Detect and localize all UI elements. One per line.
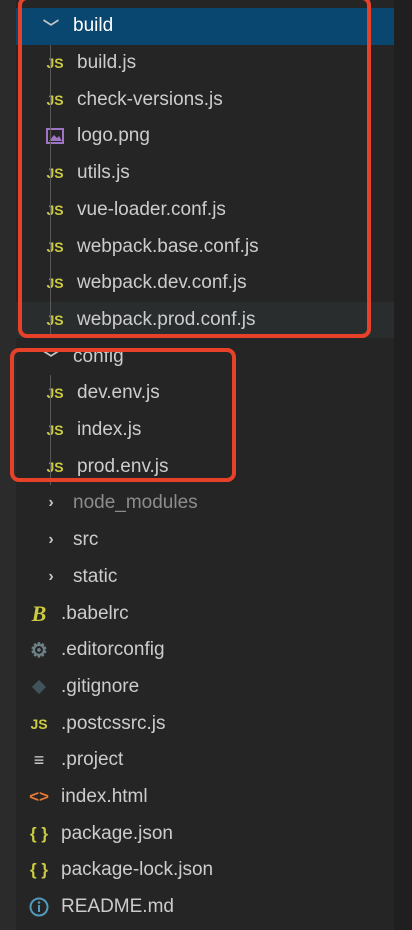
file-label: package.json bbox=[61, 822, 173, 844]
annotation-highlight-box bbox=[10, 348, 236, 482]
file-label: index.html bbox=[61, 786, 148, 808]
chevron-right-icon: › bbox=[48, 494, 54, 512]
file-label: .project bbox=[61, 749, 124, 771]
file-item[interactable]: JS .postcssrc.js bbox=[16, 705, 394, 742]
file-item[interactable]: <> index.html bbox=[16, 779, 394, 816]
file-item[interactable]: ⚙ .editorconfig bbox=[16, 632, 394, 669]
file-label: .editorconfig bbox=[61, 639, 165, 661]
file-item[interactable]: { } package.json bbox=[16, 815, 394, 852]
file-item[interactable]: README.md bbox=[16, 889, 394, 926]
gear-icon: ⚙ bbox=[30, 639, 48, 662]
file-item[interactable]: { } package-lock.json bbox=[16, 852, 394, 889]
file-label: .babelrc bbox=[61, 602, 129, 624]
file-label: .gitignore bbox=[61, 675, 140, 697]
chevron-right-icon: › bbox=[48, 567, 54, 585]
folder-item[interactable]: › static bbox=[16, 559, 394, 596]
chevron-right-icon: › bbox=[48, 531, 54, 549]
file-item[interactable]: ≡ .project bbox=[16, 742, 394, 779]
file-item[interactable]: B .babelrc bbox=[16, 595, 394, 632]
annotation-highlight-box bbox=[18, 0, 371, 338]
folder-label: src bbox=[73, 529, 99, 551]
folder-label: static bbox=[73, 565, 118, 587]
file-item[interactable]: .gitignore bbox=[16, 669, 394, 706]
text-file-icon: ≡ bbox=[33, 749, 45, 770]
html-file-icon: <> bbox=[29, 787, 49, 807]
json-file-icon: { } bbox=[30, 860, 48, 880]
folder-label: node_modules bbox=[73, 492, 198, 514]
folder-item[interactable]: › node_modules bbox=[16, 485, 394, 522]
js-file-icon: JS bbox=[30, 715, 48, 732]
git-icon bbox=[26, 678, 52, 696]
folder-item[interactable]: › src bbox=[16, 522, 394, 559]
babel-icon: B bbox=[31, 600, 47, 626]
info-icon bbox=[26, 897, 52, 917]
file-label: README.md bbox=[61, 896, 174, 918]
scrollbar-track[interactable] bbox=[394, 0, 412, 930]
file-label: .postcssrc.js bbox=[61, 712, 166, 734]
file-label: package-lock.json bbox=[61, 859, 214, 881]
json-file-icon: { } bbox=[30, 823, 48, 843]
